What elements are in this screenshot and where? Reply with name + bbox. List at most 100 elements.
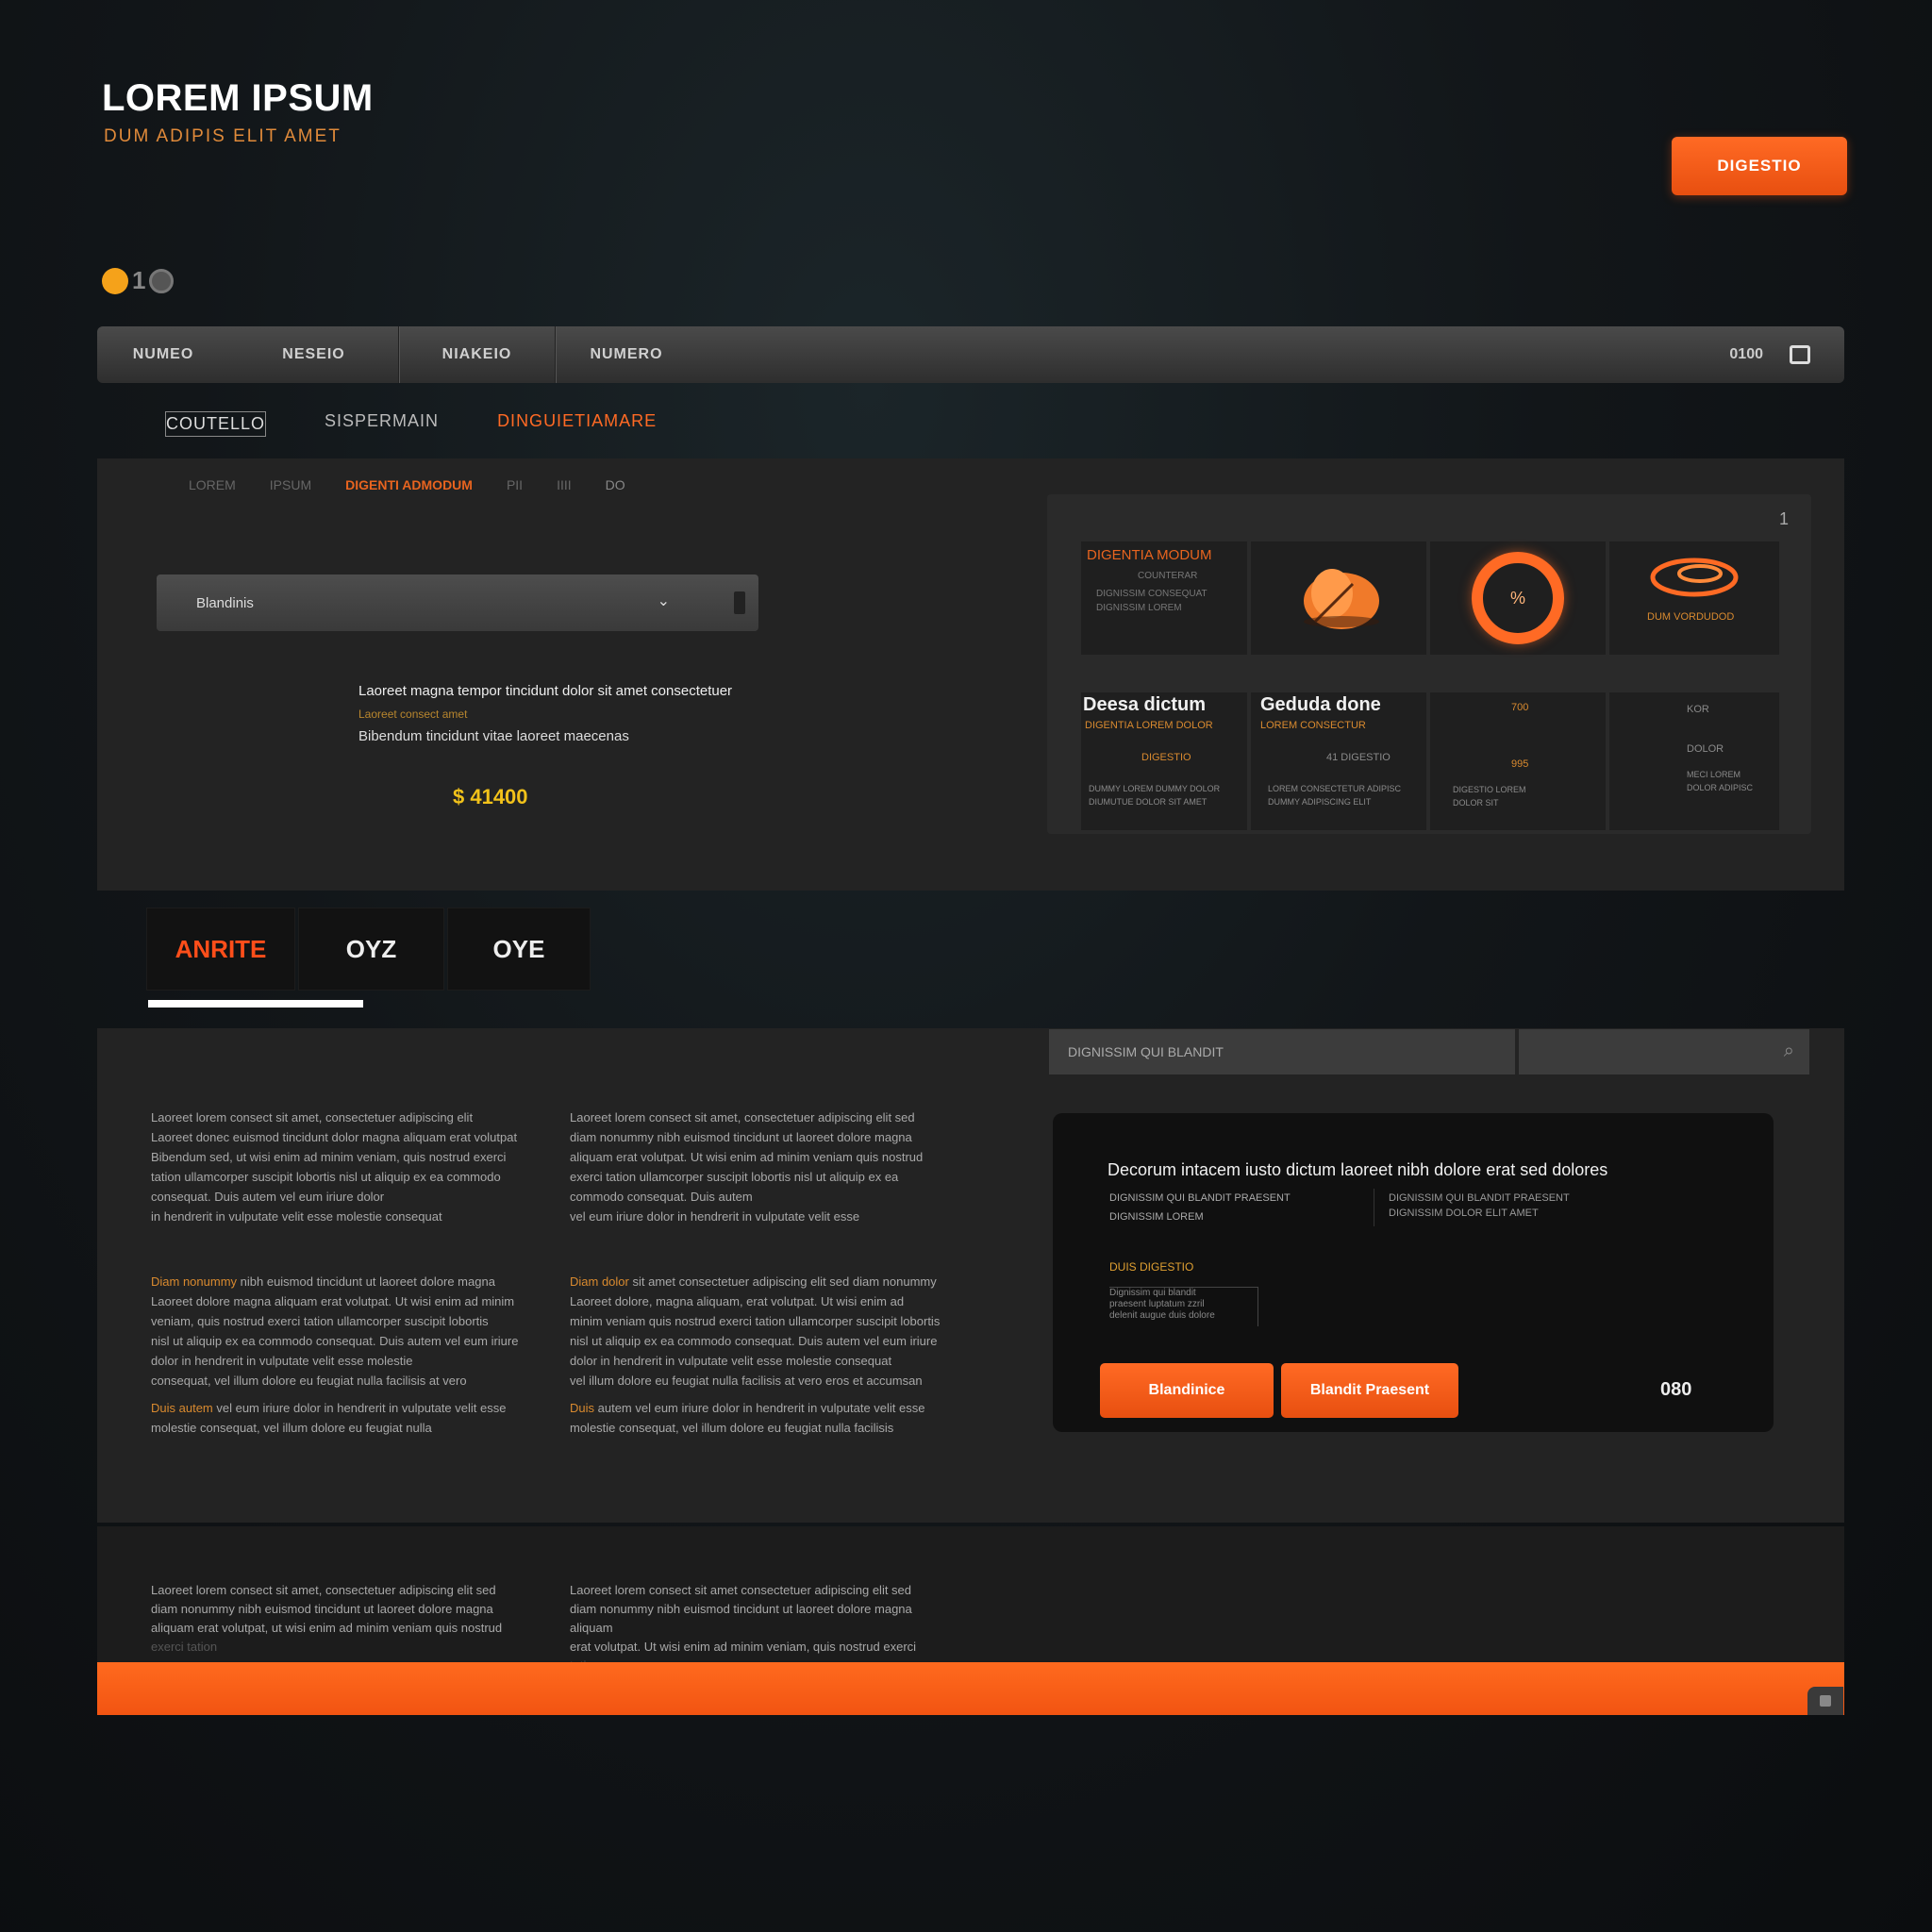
widget-cell-3[interactable]: %: [1430, 541, 1606, 655]
text-line: commodo consequat. Duis autem: [570, 1190, 753, 1204]
text-line: veniam, quis nostrud exerci tation ullam…: [151, 1314, 489, 1328]
text-line: Laoreet lorem consect sit amet, consecte…: [151, 1583, 496, 1597]
tab-oye[interactable]: OYE: [447, 908, 591, 991]
primary-action-button[interactable]: Blandinice: [1100, 1363, 1274, 1418]
cell-mid: 995: [1511, 758, 1529, 770]
active-tab-indicator: [148, 1000, 363, 1008]
secondary-action-button[interactable]: Blandit Praesent: [1281, 1363, 1458, 1418]
text-line: vel eum iriure dolor in hendrerit in vul…: [570, 1209, 860, 1224]
cell-foot: DOLOR SIT: [1453, 798, 1499, 808]
text-lead: Diam nonummy: [151, 1274, 238, 1289]
text-line: aliquam erat volutpat, ut wisi enim ad m…: [151, 1621, 503, 1635]
orange-ring-shape-icon: [1650, 558, 1739, 597]
widget-cell-6[interactable]: Geduda done LOREM CONSECTUR 41 DIGESTIO …: [1251, 692, 1426, 830]
cell-foot: DUMMY ADIPISCING ELIT: [1268, 797, 1372, 807]
card-section-label: DUIS DIGESTIO: [1109, 1260, 1194, 1274]
nav-item-1[interactable]: NUMEO: [97, 326, 229, 383]
text-line: Laoreet lorem consect sit amet consectet…: [570, 1583, 912, 1597]
cell-sub: DIGNISSIM LOREM: [1096, 603, 1182, 613]
product-description-sub: Laoreet consect amet: [358, 708, 468, 721]
breadcrumb-item[interactable]: IPSUM: [270, 477, 311, 492]
text-line: vel eum iriure dolor in hendrerit in vul…: [212, 1401, 507, 1415]
cell-foot: DIUMUTUE DOLOR SIT AMET: [1089, 797, 1208, 807]
search-input[interactable]: DIGNISSIM QUI BLANDIT: [1049, 1029, 1515, 1074]
text-line: nibh euismod tincidunt ut laoreet dolore…: [237, 1274, 495, 1289]
cell-sub: COUNTERAR: [1138, 571, 1198, 581]
widget-cell-8[interactable]: KOR DOLOR MECI LOREM DOLOR ADIPISC: [1609, 692, 1779, 830]
text-line: tation ullamcorper suscipit lobortis nis…: [151, 1170, 501, 1184]
widget-cell-5[interactable]: Deesa dictum DIGENTIA LOREM DOLOR DIGEST…: [1081, 692, 1247, 830]
cell-heading: Geduda done: [1260, 694, 1381, 715]
widget-cell-2[interactable]: [1251, 541, 1426, 655]
footer-accent-bar: [97, 1662, 1844, 1715]
nav-item-3[interactable]: NIAKEIO: [399, 326, 556, 383]
subnav-item-2[interactable]: SISPERMAIN: [325, 411, 439, 437]
widget-cell-1[interactable]: DIGENTIA MODUM COUNTERAR DIGNISSIM CONSE…: [1081, 541, 1247, 655]
navbar-right-group: 0100: [1729, 326, 1810, 383]
text-line: in hendrerit in vulputate velit esse mol…: [151, 1209, 442, 1224]
breadcrumb-item-active[interactable]: DIGENTI ADMODUM: [345, 477, 473, 492]
tab-anrite[interactable]: ANRITE: [146, 908, 295, 991]
main-navbar: NUMEO NESEIO NIAKEIO NUMERO 0100: [97, 326, 1844, 383]
card-detail: DIGNISSIM DOLOR ELIT AMET: [1389, 1208, 1539, 1219]
cell-subheading: LOREM CONSECTUR: [1260, 720, 1366, 731]
text-lead: Diam dolor: [570, 1274, 629, 1289]
cell-mid: DIGESTIO: [1141, 752, 1191, 763]
text-line: diam nonummy nibh euismod tincidunt ut l…: [151, 1602, 493, 1616]
cell-heading: Deesa dictum: [1083, 694, 1207, 715]
cell-foot: DOLOR ADIPISC: [1687, 783, 1754, 792]
text-line: consequat, vel illum dolore eu feugiat n…: [151, 1374, 467, 1388]
tab-oyz[interactable]: OYZ: [298, 908, 444, 991]
widget-cell-4[interactable]: DUM VORDUDOD: [1609, 541, 1779, 655]
footer-text-column-1: Laoreet lorem consect sit amet, consecte…: [151, 1581, 538, 1657]
text-line: sit amet consectetuer adipiscing elit se…: [628, 1274, 937, 1289]
subnav-item-1[interactable]: COUTELLO: [165, 411, 267, 437]
text-line: diam nonummy nibh euismod tincidunt ut l…: [570, 1602, 912, 1635]
text-line: exerci tation: [151, 1640, 218, 1654]
text-line: Laoreet lorem consect sit amet, consecte…: [151, 1110, 474, 1124]
cell-title: DIGENTIA MODUM: [1087, 547, 1212, 563]
breadcrumb-item[interactable]: IIII: [557, 477, 572, 492]
cell-foot: LOREM CONSECTETUR ADIPISC: [1268, 784, 1402, 793]
text-line: nisl ut aliquip ex ea commodo consequat.…: [151, 1334, 519, 1348]
nav-item-4[interactable]: NUMERO: [556, 326, 697, 383]
search-field-secondary[interactable]: ⌕: [1519, 1029, 1809, 1074]
text-line: dolor in hendrerit in vulputate velit es…: [151, 1354, 413, 1368]
cell-label: DUM VORDUDOD: [1647, 611, 1735, 623]
card-box-line: Dignissim qui blandit: [1109, 1288, 1196, 1298]
card-counter: 080: [1660, 1379, 1692, 1400]
search-icon[interactable]: ⌕: [1784, 1041, 1794, 1062]
cell-value: KOR: [1687, 704, 1709, 715]
subnav-item-3[interactable]: DINGUIETIAMARE: [497, 411, 657, 437]
header-cta-button[interactable]: DIGESTIO: [1672, 137, 1847, 195]
text-line: Laoreet donec euismod tincidunt dolor ma…: [151, 1130, 518, 1144]
breadcrumb-item[interactable]: DO: [606, 477, 625, 492]
orange-shell-icon: [1304, 569, 1379, 629]
footer-text-column-2: Laoreet lorem consect sit amet consectet…: [570, 1581, 957, 1675]
text-line: Bibendum sed, ut wisi enim ad minim veni…: [151, 1150, 507, 1164]
category-select[interactable]: Blandinis ⌄: [157, 575, 758, 631]
search-placeholder: DIGNISSIM QUI BLANDIT: [1068, 1044, 1224, 1059]
card-box-line: delenit augue duis dolore: [1109, 1310, 1215, 1321]
nav-item-2[interactable]: NESEIO: [229, 326, 399, 383]
card-detail: DIGNISSIM LOREM: [1109, 1211, 1204, 1223]
card-detail: DIGNISSIM QUI BLANDIT PRAESENT: [1109, 1192, 1291, 1204]
card-input-box[interactable]: Dignissim qui blandit praesent luptatum …: [1109, 1287, 1258, 1326]
cell-mid: 41 DIGESTIO: [1326, 752, 1391, 763]
ring-label: %: [1509, 588, 1525, 608]
card-detail: DIGNISSIM QUI BLANDIT PRAESENT: [1389, 1192, 1570, 1204]
status-indicators: 1: [102, 266, 175, 295]
breadcrumb: LOREM IPSUM DIGENTI ADMODUM PII IIII DO: [189, 477, 625, 492]
indicator-count: 1: [132, 266, 146, 294]
select-handle: [734, 591, 745, 614]
text-line: dolor in hendrerit in vulputate velit es…: [570, 1354, 892, 1368]
window-icon[interactable]: [1790, 345, 1810, 364]
sub-navigation: COUTELLO SISPERMAIN DINGUIETIAMARE: [165, 411, 657, 437]
widget-cell-7[interactable]: 700 995 DIGESTIO LOREM DOLOR SIT: [1430, 692, 1606, 830]
corner-square-icon[interactable]: [1807, 1687, 1843, 1715]
cell-foot: DIGESTIO LOREM: [1453, 785, 1526, 794]
breadcrumb-item[interactable]: PII: [507, 477, 523, 492]
cell-foot: DUMMY LOREM DUMMY DOLOR: [1089, 784, 1221, 793]
product-description-line1: Laoreet magna tempor tincidunt dolor sit…: [358, 683, 733, 699]
breadcrumb-item[interactable]: LOREM: [189, 477, 236, 492]
